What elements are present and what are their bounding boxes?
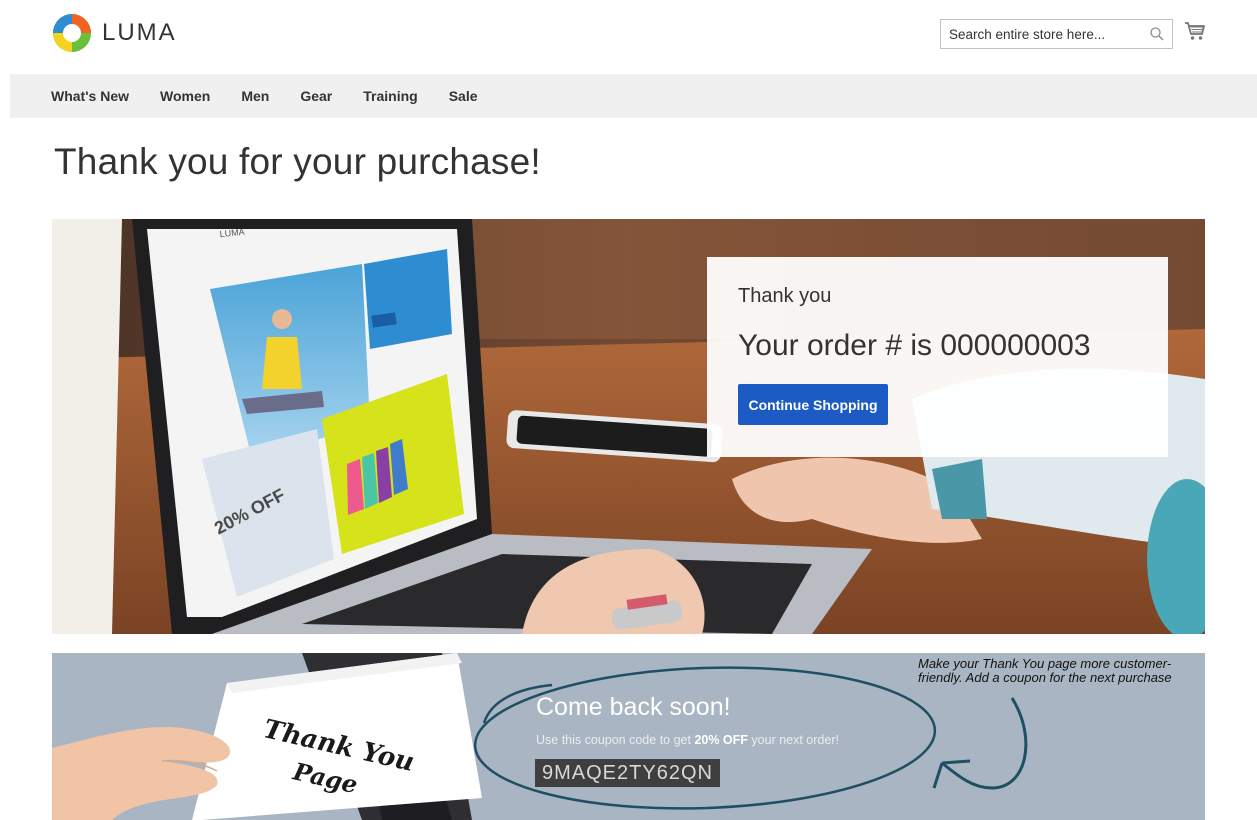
coupon-discount: 20% OFF — [694, 733, 748, 747]
nav-item-whats-new[interactable]: What's New — [51, 88, 129, 104]
come-back-heading: Come back soon! — [536, 693, 731, 721]
search-button[interactable] — [1142, 20, 1172, 48]
order-number: Your order # is 000000003 — [738, 329, 1091, 362]
coupon-description: Use this coupon code to get 20% OFF your… — [536, 733, 839, 747]
coupon-desc-before: Use this coupon code to get — [536, 733, 695, 747]
continue-shopping-button[interactable]: Continue Shopping — [738, 384, 888, 425]
nav-item-training[interactable]: Training — [363, 88, 417, 104]
search-input[interactable] — [941, 20, 1142, 48]
nav-item-women[interactable]: Women — [160, 88, 210, 104]
nav-item-sale[interactable]: Sale — [449, 88, 478, 104]
coupon-banner: Thank You Page Come back soon! Use this … — [52, 653, 1205, 820]
hero-banner: LUMA 20% OFF Thank you Your order # is 0… — [52, 219, 1205, 634]
luma-logo[interactable]: LUMA — [52, 13, 177, 53]
main-navigation: What's New Women Men Gear Training Sale — [10, 74, 1257, 118]
search-icon — [1150, 27, 1164, 41]
page-title: Thank you for your purchase! — [54, 141, 541, 182]
luma-logo-icon — [53, 14, 91, 52]
search-box — [940, 19, 1173, 49]
order-thanks-text: Thank you — [738, 285, 832, 307]
coupon-code[interactable]: 9MAQE2TY62QN — [535, 759, 720, 787]
logo-text: LUMA — [102, 19, 177, 46]
order-confirmation-box: Thank you Your order # is 000000003 Cont… — [707, 257, 1168, 457]
header: LUMA — [0, 0, 1257, 74]
annotation-note: Make your Thank You page more customer-f… — [918, 656, 1172, 685]
nav-item-men[interactable]: Men — [241, 88, 269, 104]
coupon-desc-after: your next order! — [747, 733, 839, 747]
nav-item-gear[interactable]: Gear — [300, 88, 332, 104]
shopping-cart-icon[interactable] — [1184, 20, 1206, 42]
